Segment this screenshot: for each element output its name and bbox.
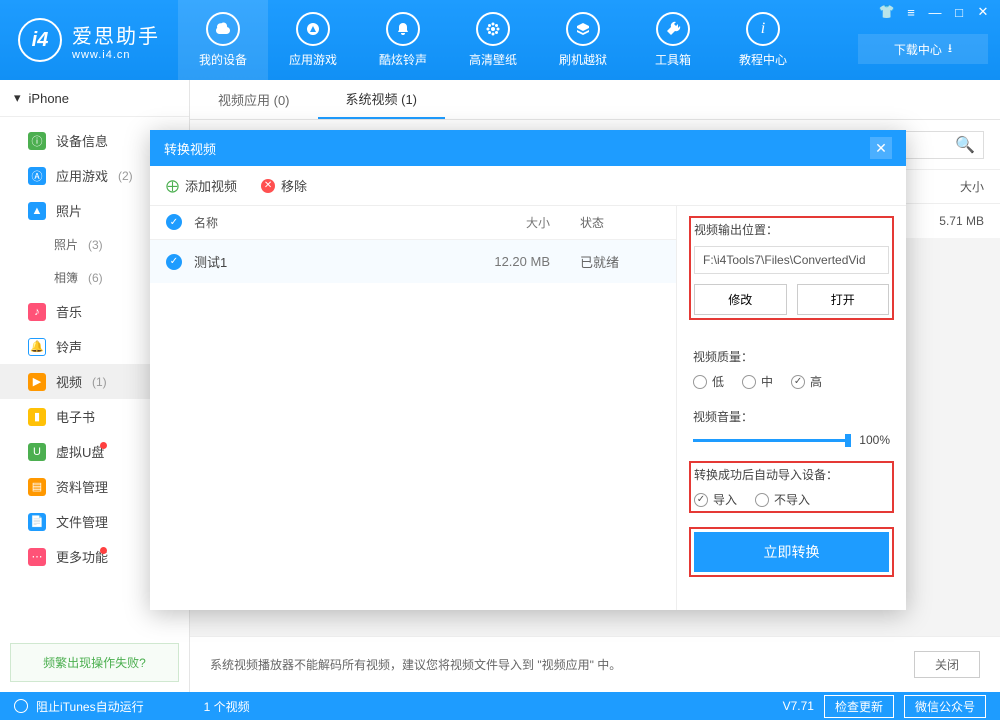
window-controls: 👕 ≡ — □ ✕ — [870, 0, 1000, 24]
nav-tutorials[interactable]: i教程中心 — [718, 0, 808, 80]
tab-system-videos[interactable]: 系统视频 (1) — [318, 80, 446, 119]
autoimport-yes-radio[interactable]: 导入 — [694, 491, 737, 508]
nav-flash[interactable]: 刷机越狱 — [538, 0, 628, 80]
col-size: 大小 — [904, 178, 984, 195]
itunes-block-label[interactable]: 阻止iTunes自动运行 — [36, 698, 144, 715]
wechat-button[interactable]: 微信公众号 — [904, 695, 986, 718]
volume-slider[interactable] — [693, 439, 849, 442]
dialog-sidebar: 视频输出位置： F:\i4Tools7\Files\ConvertedVid 修… — [676, 206, 906, 610]
col-name: 名称 — [194, 214, 440, 231]
remove-icon: ✕ — [261, 179, 275, 193]
nav-ringtones[interactable]: 酷炫铃声 — [358, 0, 448, 80]
quality-high-radio[interactable]: 高 — [791, 373, 822, 390]
quality-mid-radio[interactable]: 中 — [742, 373, 773, 390]
notification-dot — [100, 442, 107, 449]
logo: i4 爱思助手 www.i4.cn — [0, 18, 178, 62]
nav-apps[interactable]: 应用游戏 — [268, 0, 358, 80]
logo-url: www.i4.cn — [72, 49, 160, 61]
close-icon[interactable]: ✕ — [972, 3, 994, 21]
status-bar: 阻止iTunes自动运行 1 个视频 V7.71 检查更新 微信公众号 — [0, 692, 1000, 720]
download-icon: ⭳ — [948, 39, 952, 60]
radio-icon[interactable] — [14, 699, 28, 713]
autoimport-label: 转换成功后自动导入设备： — [694, 466, 889, 483]
notification-dot — [100, 547, 107, 554]
volume-value: 100% — [859, 433, 890, 447]
nav-wallpapers[interactable]: 高清壁纸 — [448, 0, 538, 80]
row-status: 已就绪 — [550, 252, 660, 271]
header: i4 爱思助手 www.i4.cn 我的设备 应用游戏 酷炫铃声 高清壁纸 刷机… — [0, 0, 1000, 80]
row-size: 5.71 MB — [904, 214, 984, 228]
tab-video-apps[interactable]: 视频应用 (0) — [190, 80, 318, 119]
main-nav: 我的设备 应用游戏 酷炫铃声 高清壁纸 刷机越狱 工具箱 i教程中心 — [178, 0, 808, 80]
dialog-toolbar: ⨁ 添加视频 ✕ 移除 — [150, 166, 906, 206]
nav-my-device[interactable]: 我的设备 — [178, 0, 268, 80]
nav-tools[interactable]: 工具箱 — [628, 0, 718, 80]
select-all-checkbox[interactable]: ✓ — [166, 214, 182, 230]
slider-thumb[interactable] — [845, 434, 851, 447]
content-tabs: 视频应用 (0) 系统视频 (1) — [190, 80, 1000, 120]
row-name: 测试1 — [194, 252, 440, 271]
download-center-button[interactable]: 下载中心 ⭳ — [858, 34, 988, 64]
convert-button[interactable]: 立即转换 — [694, 532, 889, 572]
list-item[interactable]: ✓ 测试1 12.20 MB 已就绪 — [150, 240, 676, 283]
minimize-icon[interactable]: — — [924, 3, 946, 21]
modify-button[interactable]: 修改 — [694, 284, 787, 315]
quality-label: 视频质量： — [693, 348, 890, 365]
convert-video-dialog: 转换视频 ✕ ⨁ 添加视频 ✕ 移除 ✓ 名称 大小 状态 ✓ 测试1 12.2… — [150, 130, 906, 610]
logo-title: 爱思助手 — [72, 20, 160, 49]
col-status: 状态 — [550, 214, 660, 231]
hint-bar: 系统视频播放器不能解码所有视频，建议您将视频文件导入到 "视频应用" 中。 关闭 — [190, 636, 1000, 692]
remove-button[interactable]: ✕ 移除 — [261, 176, 307, 195]
info-icon: i — [746, 12, 780, 46]
logo-icon: i4 — [18, 18, 62, 62]
video-list: ✓ 名称 大小 状态 ✓ 测试1 12.20 MB 已就绪 — [150, 206, 676, 610]
check-update-button[interactable]: 检查更新 — [824, 695, 894, 718]
dialog-header: 转换视频 ✕ — [150, 130, 906, 166]
output-label: 视频输出位置： — [694, 221, 889, 238]
maximize-icon[interactable]: □ — [948, 3, 970, 21]
device-header[interactable]: ▾ iPhone — [0, 80, 189, 117]
quality-low-radio[interactable]: 低 — [693, 373, 724, 390]
dialog-close-button[interactable]: ✕ — [870, 137, 892, 159]
menu-icon[interactable]: ≡ — [900, 3, 922, 21]
row-size: 12.20 MB — [440, 254, 550, 269]
chevron-down-icon: ▾ — [14, 90, 21, 106]
add-icon: ⨁ — [166, 178, 179, 194]
add-video-button[interactable]: ⨁ 添加视频 — [166, 176, 237, 195]
volume-label: 视频音量： — [693, 408, 890, 425]
output-path-field[interactable]: F:\i4Tools7\Files\ConvertedVid — [694, 246, 889, 274]
video-count: 1 个视频 — [204, 698, 250, 715]
col-size: 大小 — [440, 214, 550, 231]
hint-text: 系统视频播放器不能解码所有视频，建议您将视频文件导入到 "视频应用" 中。 — [210, 656, 621, 673]
theme-icon[interactable]: 👕 — [876, 3, 898, 21]
autoimport-no-radio[interactable]: 不导入 — [755, 491, 810, 508]
dialog-title: 转换视频 — [164, 139, 216, 158]
row-checkbox[interactable]: ✓ — [166, 254, 182, 270]
open-button[interactable]: 打开 — [797, 284, 890, 315]
search-icon[interactable]: 🔍 — [955, 135, 975, 155]
hint-close-button[interactable]: 关闭 — [914, 651, 980, 678]
version-label: V7.71 — [783, 699, 814, 713]
help-link[interactable]: 频繁出现操作失败? — [10, 643, 179, 682]
